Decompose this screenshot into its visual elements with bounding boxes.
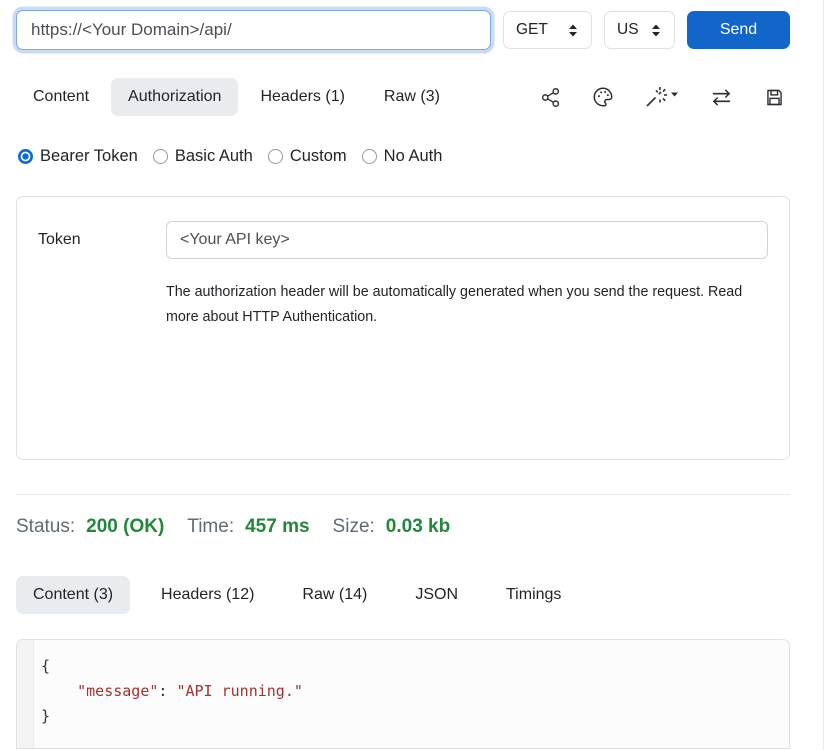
resp-tab-headers[interactable]: Headers (12) bbox=[144, 576, 271, 614]
method-select-value: GET bbox=[516, 21, 548, 39]
time-label: Time: bbox=[187, 516, 234, 538]
radio-selected-icon bbox=[18, 149, 33, 164]
region-select[interactable]: US bbox=[604, 11, 675, 49]
save-icon[interactable] bbox=[764, 87, 785, 108]
token-help-text: The authorization header will be automat… bbox=[166, 280, 751, 330]
size-label: Size: bbox=[333, 516, 375, 538]
radio-icon bbox=[268, 149, 283, 164]
token-panel: Token The authorization header will be a… bbox=[16, 196, 790, 460]
radio-label: No Auth bbox=[384, 147, 443, 166]
resp-tab-raw[interactable]: Raw (14) bbox=[285, 576, 384, 614]
resp-tab-json[interactable]: JSON bbox=[398, 576, 475, 614]
palette-icon[interactable] bbox=[592, 86, 614, 108]
radio-icon bbox=[153, 149, 168, 164]
method-select[interactable]: GET bbox=[503, 11, 592, 49]
code-line: } bbox=[41, 704, 789, 729]
status-value: 200 (OK) bbox=[86, 516, 164, 538]
radio-icon bbox=[362, 149, 377, 164]
section-divider bbox=[16, 494, 790, 495]
status-label: Status: bbox=[16, 516, 75, 538]
code-line: { bbox=[41, 654, 789, 679]
tab-headers[interactable]: Headers (1) bbox=[243, 78, 361, 116]
radio-label: Custom bbox=[290, 147, 347, 166]
up-down-caret-icon bbox=[650, 23, 662, 38]
code-gutter bbox=[17, 640, 34, 748]
response-body-panel: { "message": "API running." } bbox=[16, 639, 790, 749]
radio-label: Basic Auth bbox=[175, 147, 253, 166]
url-input[interactable] bbox=[16, 10, 491, 50]
response-status-line: Status: 200 (OK) Time: 457 ms Size: 0.03… bbox=[16, 516, 790, 538]
tab-content[interactable]: Content bbox=[16, 78, 106, 116]
radio-label: Bearer Token bbox=[40, 147, 138, 166]
size-value: 0.03 kb bbox=[386, 516, 450, 538]
resp-tab-content[interactable]: Content (3) bbox=[16, 576, 130, 614]
radio-custom[interactable]: Custom bbox=[268, 147, 347, 166]
vertical-scrollbar[interactable] bbox=[823, 0, 837, 750]
tab-raw[interactable]: Raw (3) bbox=[367, 78, 457, 116]
toolbar bbox=[540, 86, 790, 108]
magic-wand-dropdown-icon[interactable] bbox=[645, 86, 679, 108]
token-label: Token bbox=[38, 231, 166, 249]
token-input[interactable] bbox=[166, 221, 768, 259]
token-row: Token bbox=[38, 221, 768, 259]
radio-basic-auth[interactable]: Basic Auth bbox=[153, 147, 253, 166]
up-down-caret-icon bbox=[567, 23, 579, 38]
api-client-app: GET US Send Content Authorization Header… bbox=[0, 0, 837, 750]
share-icon[interactable] bbox=[540, 87, 561, 108]
radio-no-auth[interactable]: No Auth bbox=[362, 147, 443, 166]
region-select-value: US bbox=[617, 21, 639, 39]
tab-authorization[interactable]: Authorization bbox=[111, 78, 238, 116]
request-bar: GET US Send bbox=[16, 10, 790, 50]
code-line: "message": "API running." bbox=[41, 679, 789, 704]
response-tabs: Content (3) Headers (12) Raw (14) JSON T… bbox=[16, 576, 790, 614]
swap-arrows-icon[interactable] bbox=[710, 87, 733, 108]
time-value: 457 ms bbox=[245, 516, 309, 538]
send-button[interactable]: Send bbox=[687, 11, 790, 49]
radio-bearer-token[interactable]: Bearer Token bbox=[18, 147, 138, 166]
auth-type-group: Bearer Token Basic Auth Custom No Auth bbox=[16, 147, 790, 166]
response-json-code: { "message": "API running." } bbox=[35, 640, 789, 748]
request-tabs: Content Authorization Headers (1) Raw (3… bbox=[16, 78, 790, 116]
resp-tab-timings[interactable]: Timings bbox=[489, 576, 578, 614]
